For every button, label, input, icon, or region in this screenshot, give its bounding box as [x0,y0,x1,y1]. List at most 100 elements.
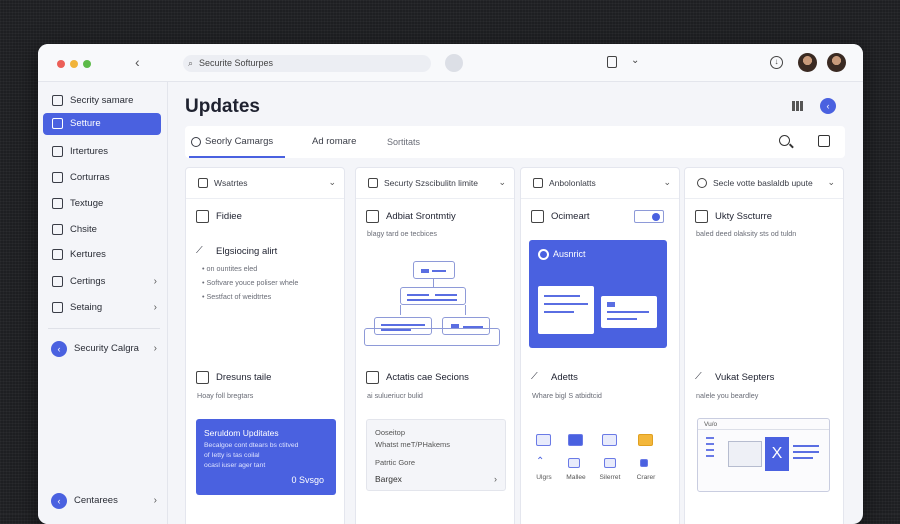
column-header-label: Secle votte baslaldb upute [713,178,813,188]
search-placeholder: Securite Softurpes [199,58,274,68]
preview-panel [601,296,657,328]
sidebar: Secrity samare Setture Irtertures Cortur… [38,82,168,524]
search-icon[interactable] [779,135,790,146]
chevron-right-icon: › [494,474,497,484]
users-icon[interactable] [536,434,551,446]
sidebar-item-label: Corturras [70,172,110,183]
page-title: Updates [185,96,260,117]
back-circle-button[interactable]: ‹ [820,98,836,114]
file-icon [196,371,209,384]
section-subtitle: nalele you beardley [696,391,759,400]
grid-icon [52,302,63,313]
window-preview[interactable]: Vu/o X [697,418,830,492]
column-header[interactable]: Secle votte baslaldb upute ⌄ [695,177,835,188]
section-title: Ocimeart [531,210,590,223]
sidebar-item-textuge[interactable]: Textuge [43,193,161,215]
diagram-connector [465,305,466,315]
sidebar-item-label: Setture [70,118,101,129]
chevron-down-icon[interactable]: ⌄ [631,55,639,66]
sidebar-item-label: Certings [70,276,106,287]
sidebar-item-controls[interactable]: Corturras [43,167,161,189]
chevron-right-icon: › [153,302,157,313]
details-card[interactable]: Ooseitop Whatst meT/PHakems Patrtic Gore… [366,419,506,491]
divider [186,198,344,199]
document-icon [531,210,544,223]
chart-icon [695,210,708,223]
minimize-window-button[interactable] [70,60,78,68]
diagram-node [400,287,466,305]
tab-sortitats[interactable]: Sortitats [387,126,420,158]
column-header[interactable]: Wsatrtes ⌄ [196,177,336,188]
folder-icon[interactable] [638,434,653,446]
tab-bar: Seorly Camargs Ad romare Sortitats [185,126,845,158]
divider [521,198,679,199]
box-icon [604,458,616,468]
sidebar-item-setaing[interactable]: Setaing › [43,297,161,319]
maximize-window-button[interactable] [83,60,91,68]
card-line: Patrtic Gore [375,458,416,467]
folder-icon [52,249,63,260]
chevron-right-icon: › [153,343,157,354]
section-title: Dresuns taile [196,371,272,384]
card-line: Bargex [375,474,402,484]
chevron-down-icon: ⌄ [663,177,671,187]
column-header-label: Anbolonlatts [549,178,596,188]
back-circle-icon: ‹ [51,493,67,509]
icon-label: Crarer [636,474,656,481]
grid-view-icon[interactable] [792,101,803,111]
toggle-icon[interactable] [634,210,664,223]
column-card: Anbolonlatts ⌄ Ocimeart Ausnrict ⟋ Adett… [520,167,680,524]
tab-ad-romare[interactable]: Ad romare [312,126,356,158]
sidebar-item-certings[interactable]: Certings › [43,271,161,293]
preview-card[interactable]: Ausnrict [529,240,667,348]
download-icon[interactable]: ↓ [770,56,783,69]
sidebar-item-centarees[interactable]: ‹ Centarees › [43,490,161,512]
mail-icon[interactable] [568,434,583,446]
update-card[interactable]: Seruldom Upditates Becalgoe cont dtears … [196,419,336,495]
shield-icon [52,95,63,106]
section-title: Fidiee [196,210,242,223]
sidebar-item-settings[interactable]: Setture [43,113,161,135]
x-logo-icon: X [765,437,789,471]
document-icon[interactable] [607,56,617,68]
close-window-button[interactable] [57,60,65,68]
shield-icon [191,137,201,147]
column-header-label: Securty Szscibulitn limite [384,178,479,188]
sidebar-item-label: Secrity samare [70,95,134,106]
card-footer: 0 Svsgo [291,475,324,485]
column-header[interactable]: Securty Szscibulitn limite ⌄ [366,177,506,188]
avatar[interactable] [798,53,817,72]
back-chevron-icon[interactable]: ‹ [135,54,140,70]
settings-icon [198,178,208,188]
section-title: Ukty Sscturre [695,210,772,223]
chart-icon [366,371,379,384]
search-button[interactable] [445,54,463,72]
sidebar-item-security-calgra[interactable]: ‹ Security Calgra › [43,338,161,360]
export-icon[interactable] [818,135,830,147]
search-icon: ⌕ [188,58,194,68]
section-title-label: Dresuns taile [216,372,272,383]
bar-chart-icon [533,178,543,188]
section-title: ⟋ Elgsiocing alirt [196,245,278,257]
sidebar-item-features[interactable]: Irtertures [43,141,161,163]
section-title-label: Elgsiocing alirt [216,246,278,257]
globe-icon [52,224,63,235]
avatar[interactable] [827,53,846,72]
column-header[interactable]: Anbolonlatts ⌄ [531,177,671,188]
sidebar-item-label: Security Calgra [74,343,139,354]
sidebar-item-label: Kertures [70,249,106,260]
sidebar-item-security-summary[interactable]: Secrity samare [43,90,161,112]
trend-icon: ⌃ [536,456,545,467]
sidebar-item-kertures[interactable]: Kertures [43,244,161,266]
card-line: Ooseitop [375,428,406,437]
sidebar-item-label: Centarees [74,495,118,506]
column-card: Wsatrtes ⌄ Fidiee ⟋ Elgsiocing alirt • o… [185,167,345,524]
search-input[interactable]: ⌕ Securite Softurpes [183,55,431,72]
section-title: Actatis cae Secions [366,371,469,384]
tab-security-campaigns[interactable]: Seorly Camargs [189,126,285,158]
list-icon[interactable] [602,434,617,446]
chevron-down-icon: ⌄ [328,177,336,187]
card-title: Seruldom Upditates [204,428,279,438]
square-icon [640,459,648,467]
sidebar-item-chsite[interactable]: Chsite [43,219,161,241]
